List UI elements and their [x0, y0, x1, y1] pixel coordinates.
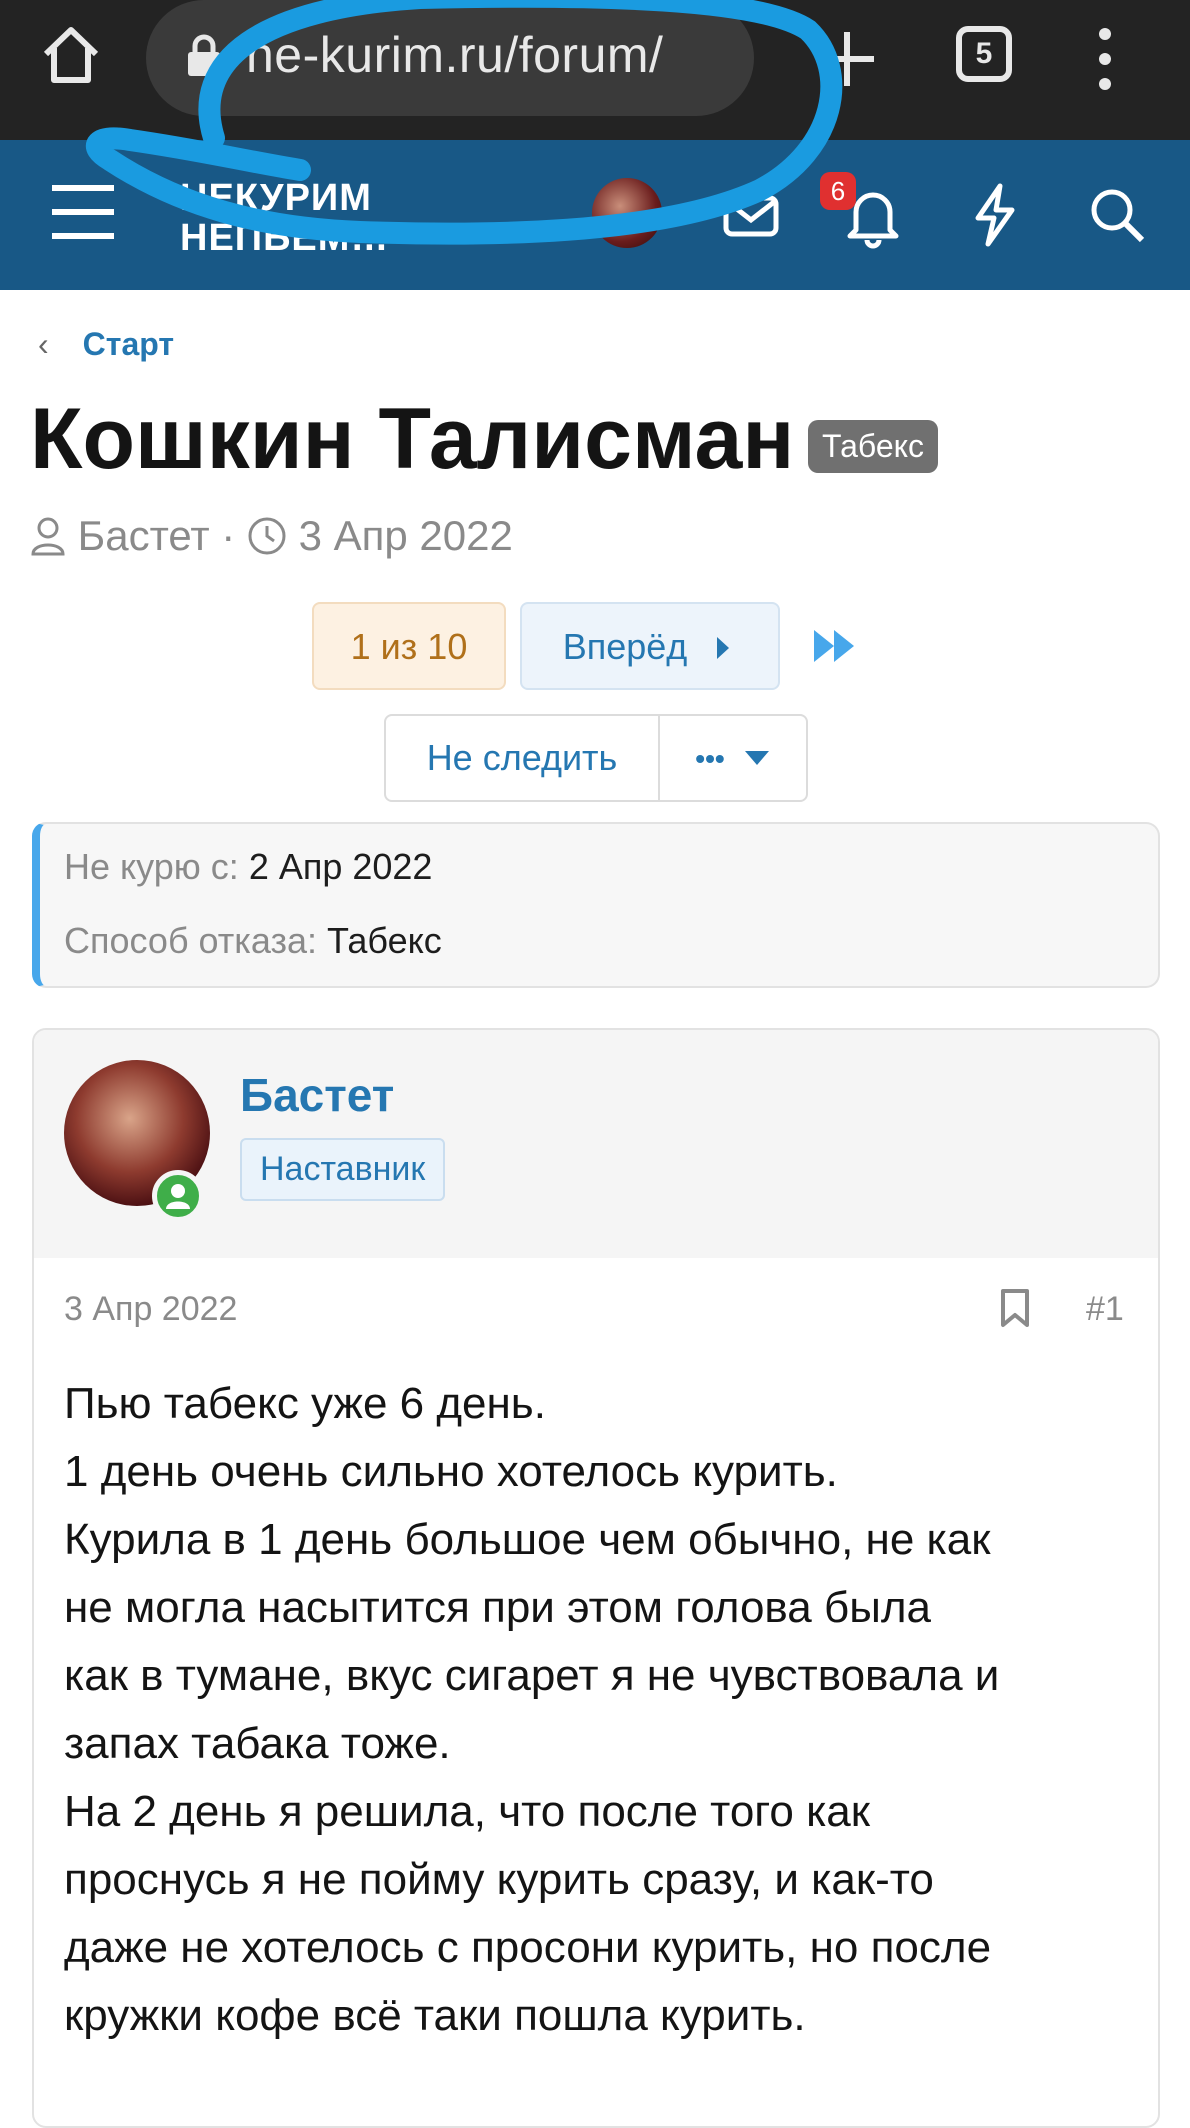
more-vert-icon[interactable]	[1090, 24, 1120, 94]
online-status-icon	[152, 1170, 204, 1222]
more-dots-icon: •••	[695, 743, 725, 774]
logo-line-2: НЕПЬЕМ…	[180, 217, 390, 259]
thread-title: Кошкин Талисман	[30, 391, 795, 487]
post-line: Пью табекс уже 6 день.	[64, 1379, 546, 1428]
field-label: Не курю с:	[64, 846, 239, 887]
bookmark-icon[interactable]	[1000, 1288, 1030, 1328]
browser-toolbar: ne-kurim.ru/forum/ 5	[0, 0, 1190, 140]
person-icon	[166, 1184, 190, 1209]
logo-line-1: НЕКУРИМ	[180, 177, 372, 219]
caret-down-icon	[744, 751, 769, 765]
lock-icon	[188, 34, 220, 76]
post-username[interactable]: Бастет	[240, 1068, 394, 1122]
new-tab-icon[interactable]	[812, 24, 882, 94]
field-value: Табекс	[326, 920, 442, 961]
field-value: 2 Апр 2022	[248, 846, 433, 887]
thread-prefix-badge[interactable]: Табекс	[808, 420, 939, 473]
clock-icon	[248, 517, 286, 555]
post-body: Пью табекс уже 6 день. 1 день очень силь…	[64, 1370, 1144, 2050]
url-text: ne-kurim.ru/forum/	[246, 27, 664, 83]
post-line: кружки кофе всё таки пошла курить.	[64, 1991, 806, 2040]
post-line: проснусь я не пойму курить сразу, и как-…	[64, 1855, 934, 1904]
breadcrumb[interactable]: ‹ Старт	[38, 326, 174, 363]
page-selector-button[interactable]: 1 из 10	[312, 602, 506, 690]
post-line: запах табака тоже.	[64, 1719, 451, 1768]
unfollow-button[interactable]: Не следить	[386, 716, 660, 800]
next-page-label: Вперёд	[562, 626, 688, 667]
hamburger-menu-icon[interactable]	[50, 182, 116, 242]
post-line: не могла насытится при этом голова была	[64, 1583, 931, 1632]
meta-separator: ·	[221, 512, 247, 559]
more-actions-button[interactable]: •••	[660, 716, 806, 800]
next-page-button[interactable]: Вперёд	[520, 602, 780, 690]
post-line: даже не хотелось с просони курить, но по…	[64, 1923, 992, 1972]
search-icon[interactable]	[1082, 180, 1152, 250]
page-content: ‹ Старт Кошкин Талисман Табекс Бастет · 3…	[0, 290, 1190, 2128]
field-label: Способ отказа:	[64, 920, 317, 961]
post-date[interactable]: 3 Апр 2022	[64, 1290, 237, 1329]
caret-right-icon	[717, 637, 730, 659]
thread-actions: Не следить •••	[384, 714, 808, 802]
post-line: На 2 день я решила, что после того как	[64, 1787, 871, 1836]
thread-meta: Бастет · 3 Апр 2022	[30, 512, 513, 560]
home-icon[interactable]	[38, 22, 104, 88]
field-quit-date: Не курю с: 2 Апр 2022	[64, 846, 432, 888]
user-icon	[31, 517, 65, 556]
forum-post: Бастет Наставник 3 Апр 2022 #1 Пью табек…	[32, 1028, 1160, 2128]
chevron-left-icon: ‹	[38, 326, 49, 362]
tab-switcher-button[interactable]: 5	[956, 26, 1012, 82]
lightning-icon[interactable]	[960, 180, 1030, 250]
thread-date[interactable]: 3 Апр 2022	[299, 512, 513, 559]
post-line: 1 день очень сильно хотелось курить.	[64, 1447, 838, 1496]
notification-badge: 6	[820, 172, 856, 210]
account-avatar[interactable]	[592, 178, 662, 248]
post-line: как в тумане, вкус сигарет я не чувствов…	[64, 1651, 1000, 1700]
mail-icon[interactable]	[716, 180, 786, 250]
address-bar[interactable]: ne-kurim.ru/forum/	[146, 0, 754, 116]
thread-custom-fields: Не курю с: 2 Апр 2022 Способ отказа: Таб…	[32, 822, 1160, 988]
forum-header: НЕКУРИМ НЕПЬЕМ… 6	[0, 140, 1190, 290]
post-line: Курила в 1 день большое чем обычно, не к…	[64, 1515, 991, 1564]
post-user-block: Бастет Наставник	[34, 1030, 1158, 1258]
field-quit-method: Способ отказа: Табекс	[64, 920, 442, 962]
post-permalink[interactable]: #1	[1086, 1290, 1124, 1329]
thread-author[interactable]: Бастет	[78, 512, 210, 559]
last-page-icon[interactable]	[812, 628, 858, 664]
user-title-badge: Наставник	[240, 1138, 446, 1201]
site-logo[interactable]: НЕКУРИМ НЕПЬЕМ…	[180, 178, 389, 258]
breadcrumb-link[interactable]: Старт	[83, 326, 174, 362]
